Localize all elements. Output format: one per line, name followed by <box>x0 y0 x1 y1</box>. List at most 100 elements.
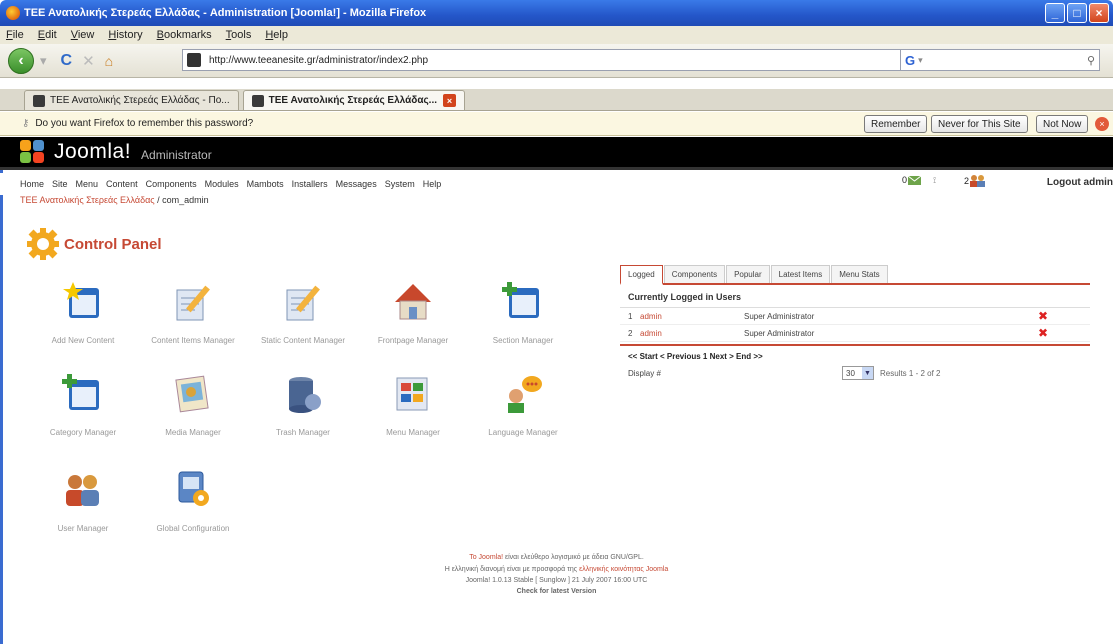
quickicon-config[interactable]: Global Configuration <box>138 468 248 534</box>
category-icon <box>62 374 99 410</box>
tab-components[interactable]: Components <box>663 265 726 283</box>
mail-icon <box>907 175 922 185</box>
forward-dropdown-icon[interactable]: ▾ <box>40 53 47 69</box>
browser-tab-2-label: ΤΕΕ Ανατολικής Στερεάς Ελλάδας... <box>268 95 437 106</box>
jmenu-system[interactable]: System <box>385 179 415 189</box>
reload-icon[interactable]: C <box>61 52 73 70</box>
close-tab-icon[interactable]: × <box>443 94 456 107</box>
display-limit-select[interactable]: 30 ▼ <box>842 366 874 380</box>
home-icon[interactable]: ⌂ <box>105 53 113 69</box>
footer-license-text: είναι ελεύθερο λογισμικό με άδεια GNU/GP… <box>503 554 644 561</box>
breadcrumb: ΤΕΕ Ανατολικής Στερεάς Ελλάδας / com_adm… <box>20 195 209 205</box>
browser-tabbar: ΤΕΕ Ανατολικής Στερεάς Ελλάδας - Πο... Τ… <box>0 89 1113 111</box>
static-content-icon <box>286 285 320 321</box>
jmenu-menu[interactable]: Menu <box>76 179 99 189</box>
browser-tab-2[interactable]: ΤΕΕ Ανατολικής Στερεάς Ελλάδας... × <box>242 90 465 110</box>
table-row: 1 admin Super Administrator ✖ <box>620 308 1090 325</box>
jmenu-site[interactable]: Site <box>52 179 68 189</box>
jmenu-installers[interactable]: Installers <box>292 179 328 189</box>
display-limit-value: 30 <box>846 368 855 378</box>
display-limit-row: Display # 30 ▼ Results 1 - 2 of 2 <box>620 365 1090 381</box>
menu-bookmarks[interactable]: Bookmarks <box>157 29 212 41</box>
google-icon[interactable]: G <box>905 53 915 68</box>
menu-help[interactable]: Help <box>265 29 288 41</box>
menu-file[interactable]: File <box>6 29 24 41</box>
community-link[interactable]: ελληνικής κοινότητας Joomla <box>579 566 668 573</box>
joomla-logo-icon <box>20 140 48 164</box>
force-logout-icon[interactable]: ✖ <box>1038 326 1048 340</box>
language-icon <box>508 376 542 413</box>
quickicon-category[interactable]: Category Manager <box>28 372 138 438</box>
table-row: 2 admin Super Administrator ✖ <box>620 325 1090 342</box>
pagination[interactable]: << Start < Previous 1 Next > End >> <box>620 344 1090 365</box>
quickicon-add-content[interactable]: Add New Content <box>28 280 138 346</box>
quickicon-menu[interactable]: Menu Manager <box>358 372 468 438</box>
tab-popular[interactable]: Popular <box>726 265 770 283</box>
url-bar[interactable]: http://www.teeanesite.gr/administrator/i… <box>182 49 952 71</box>
search-engine-dropdown-icon[interactable]: ▾ <box>918 55 923 66</box>
menu-history[interactable]: History <box>108 29 142 41</box>
minimize-button[interactable]: _ <box>1045 3 1065 23</box>
stop-icon[interactable]: ✕ <box>82 52 95 70</box>
browser-tab-1-label: ΤΕΕ Ανατολικής Στερεάς Ελλάδας - Πο... <box>50 95 230 106</box>
row-number: 1 <box>628 311 633 321</box>
user-name-link[interactable]: admin <box>634 312 744 321</box>
users-status[interactable]: 2 <box>964 174 987 188</box>
site-favicon-icon <box>187 53 201 67</box>
joomla-header: Joomla! Administrator <box>0 137 1113 170</box>
content-items-icon <box>176 285 210 321</box>
jmenu-content[interactable]: Content <box>106 179 138 189</box>
remember-button[interactable]: Remember <box>864 115 928 133</box>
media-icon <box>175 375 209 413</box>
browser-menubar: File Edit View History Bookmarks Tools H… <box>0 26 1113 44</box>
search-magnifier-icon[interactable]: ⚲ <box>1087 54 1095 67</box>
jmenu-messages[interactable]: Messages <box>336 179 377 189</box>
jmenu-components[interactable]: Components <box>146 179 197 189</box>
window-controls: _ □ × <box>1045 3 1109 23</box>
jmenu-modules[interactable]: Modules <box>205 179 239 189</box>
users-icon <box>66 475 99 506</box>
close-notification-icon[interactable]: × <box>1095 117 1109 131</box>
breadcrumb-site-link[interactable]: ΤΕΕ Ανατολικής Στερεάς Ελλάδας <box>20 195 155 205</box>
logout-link[interactable]: Logout admin <box>1047 177 1113 188</box>
quickicon-static-content[interactable]: Static Content Manager <box>248 280 358 346</box>
not-now-button[interactable]: Not Now <box>1036 115 1089 133</box>
check-version-link[interactable]: Check for latest Version <box>0 588 1113 595</box>
back-button[interactable]: ‹ <box>8 47 34 74</box>
user-name-link[interactable]: admin <box>634 329 744 338</box>
menu-edit[interactable]: Edit <box>38 29 57 41</box>
quickicon-frontpage[interactable]: Frontpage Manager <box>358 280 468 346</box>
quickicon-label: Static Content Manager <box>260 336 346 345</box>
close-button[interactable]: × <box>1089 3 1109 23</box>
tab-logged[interactable]: Logged <box>620 265 663 285</box>
tab-favicon-icon <box>251 94 264 107</box>
search-box[interactable]: G ▾ ⚲ <box>900 49 1100 71</box>
jmenu-home[interactable]: Home <box>20 179 44 189</box>
breadcrumb-current: / com_admin <box>154 195 209 205</box>
menu-view[interactable]: View <box>71 29 95 41</box>
jmenu-help[interactable]: Help <box>423 179 442 189</box>
row-number: 2 <box>628 328 633 338</box>
quickicon-language[interactable]: Language Manager <box>468 372 578 438</box>
footer-line-1: Το Joomla! είναι ελεύθερο λογισμικό με ά… <box>0 554 1113 561</box>
quickicon-users[interactable]: User Manager <box>28 468 138 534</box>
quickicon-label: Content Items Manager <box>151 336 235 345</box>
never-for-site-button[interactable]: Never for This Site <box>931 115 1028 133</box>
tab-menu-stats[interactable]: Menu Stats <box>831 265 888 283</box>
messages-status[interactable]: 0 ⟟ <box>902 174 936 186</box>
browser-tab-1[interactable]: ΤΕΕ Ανατολικής Στερεάς Ελλάδας - Πο... <box>24 90 239 110</box>
menu-tools[interactable]: Tools <box>226 29 252 41</box>
window-titlebar: ΤΕΕ Ανατολικής Στερεάς Ελλάδας - Adminis… <box>0 0 1113 26</box>
quickicon-trash[interactable]: Trash Manager <box>248 372 358 438</box>
chevron-down-icon[interactable]: ▼ <box>862 367 873 379</box>
maximize-button[interactable]: □ <box>1067 3 1087 23</box>
control-panel-heading: Control Panel <box>24 225 162 263</box>
joomla-link[interactable]: Το Joomla! <box>469 554 503 561</box>
jmenu-mambots[interactable]: Mambots <box>247 179 284 189</box>
force-logout-icon[interactable]: ✖ <box>1038 309 1048 323</box>
quickicon-media[interactable]: Media Manager <box>138 372 248 438</box>
quickicon-section[interactable]: Section Manager <box>468 280 578 346</box>
quickicon-label: Trash Manager <box>276 428 330 437</box>
quickicon-content-items[interactable]: Content Items Manager <box>138 280 248 346</box>
tab-latest-items[interactable]: Latest Items <box>770 265 831 283</box>
